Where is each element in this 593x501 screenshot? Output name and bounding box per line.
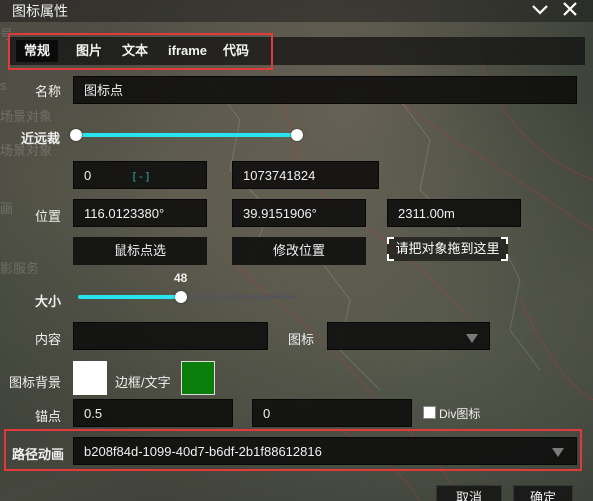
link-icon[interactable]: [-]: [131, 170, 151, 183]
name-input[interactable]: 图标点: [73, 76, 577, 104]
border-text-label: 边框/文字: [115, 375, 171, 390]
tab-text[interactable]: 文本: [114, 40, 156, 62]
chevron-down-icon: [466, 334, 478, 343]
chevron-down-icon: [552, 448, 564, 457]
icon-background-label: 图标背景: [9, 375, 62, 390]
path-animation-label: 路径动画: [12, 447, 65, 462]
size-value-tooltip: 48: [174, 271, 188, 285]
far-slider-handle[interactable]: [291, 129, 303, 141]
mouse-pick-button[interactable]: 鼠标点选: [73, 237, 207, 265]
div-icon-label: Div图标: [439, 407, 481, 421]
size-label: 大小: [35, 294, 62, 309]
object-drop-target[interactable]: 请把对象拖到这里: [387, 237, 508, 261]
tab-general[interactable]: 常规: [16, 40, 59, 62]
drop-target-hint: 请把对象拖到这里: [395, 241, 500, 256]
latitude-input[interactable]: 39.9151906°: [232, 199, 366, 227]
anchor-label: 锚点: [35, 409, 62, 424]
content-label: 内容: [35, 332, 62, 347]
far-distance-input[interactable]: 1073741824: [232, 161, 379, 189]
dialog-title: 图标属性: [12, 3, 68, 19]
icon-background-color-swatch[interactable]: [73, 361, 107, 395]
near-far-label: 近远裁: [21, 131, 61, 146]
tab-bar: 常规 图片 文本 iframe 代码: [8, 37, 585, 65]
tab-code[interactable]: 代码: [215, 40, 257, 62]
close-icon[interactable]: [559, 0, 581, 20]
modify-position-button[interactable]: 修改位置: [232, 237, 366, 265]
path-animation-select[interactable]: b208f84d-1099-40d7-b6df-2b1f88612816: [73, 437, 577, 465]
confirm-button[interactable]: 确定: [513, 485, 573, 501]
near-far-slider-track: [76, 133, 298, 137]
tab-image[interactable]: 图片: [68, 40, 110, 62]
dialog-titlebar: 图标属性: [0, 0, 593, 22]
height-input[interactable]: 2311.00m: [387, 199, 521, 227]
collapse-chevron-icon[interactable]: [529, 0, 551, 20]
tab-iframe[interactable]: iframe: [160, 40, 215, 62]
ghost-text: s: [0, 78, 7, 93]
longitude-input[interactable]: 116.0123380°: [73, 199, 207, 227]
icon-label: 图标: [288, 332, 315, 347]
border-text-color-swatch[interactable]: [181, 361, 215, 395]
name-label: 名称: [35, 84, 62, 99]
ghost-text: 场景对象: [0, 109, 53, 124]
anchor-x-input[interactable]: 0.5: [73, 399, 233, 427]
ghost-text: 画: [0, 201, 14, 216]
anchor-y-input[interactable]: 0: [252, 399, 412, 427]
div-icon-checkbox[interactable]: [423, 406, 436, 419]
size-slider-fill: [78, 295, 181, 299]
content-input[interactable]: [73, 322, 268, 350]
cancel-button[interactable]: 取消: [436, 485, 502, 501]
near-slider-handle[interactable]: [70, 129, 82, 141]
size-slider-handle[interactable]: [175, 291, 187, 303]
position-label: 位置: [35, 209, 62, 224]
ghost-text: 影服务: [0, 261, 40, 276]
